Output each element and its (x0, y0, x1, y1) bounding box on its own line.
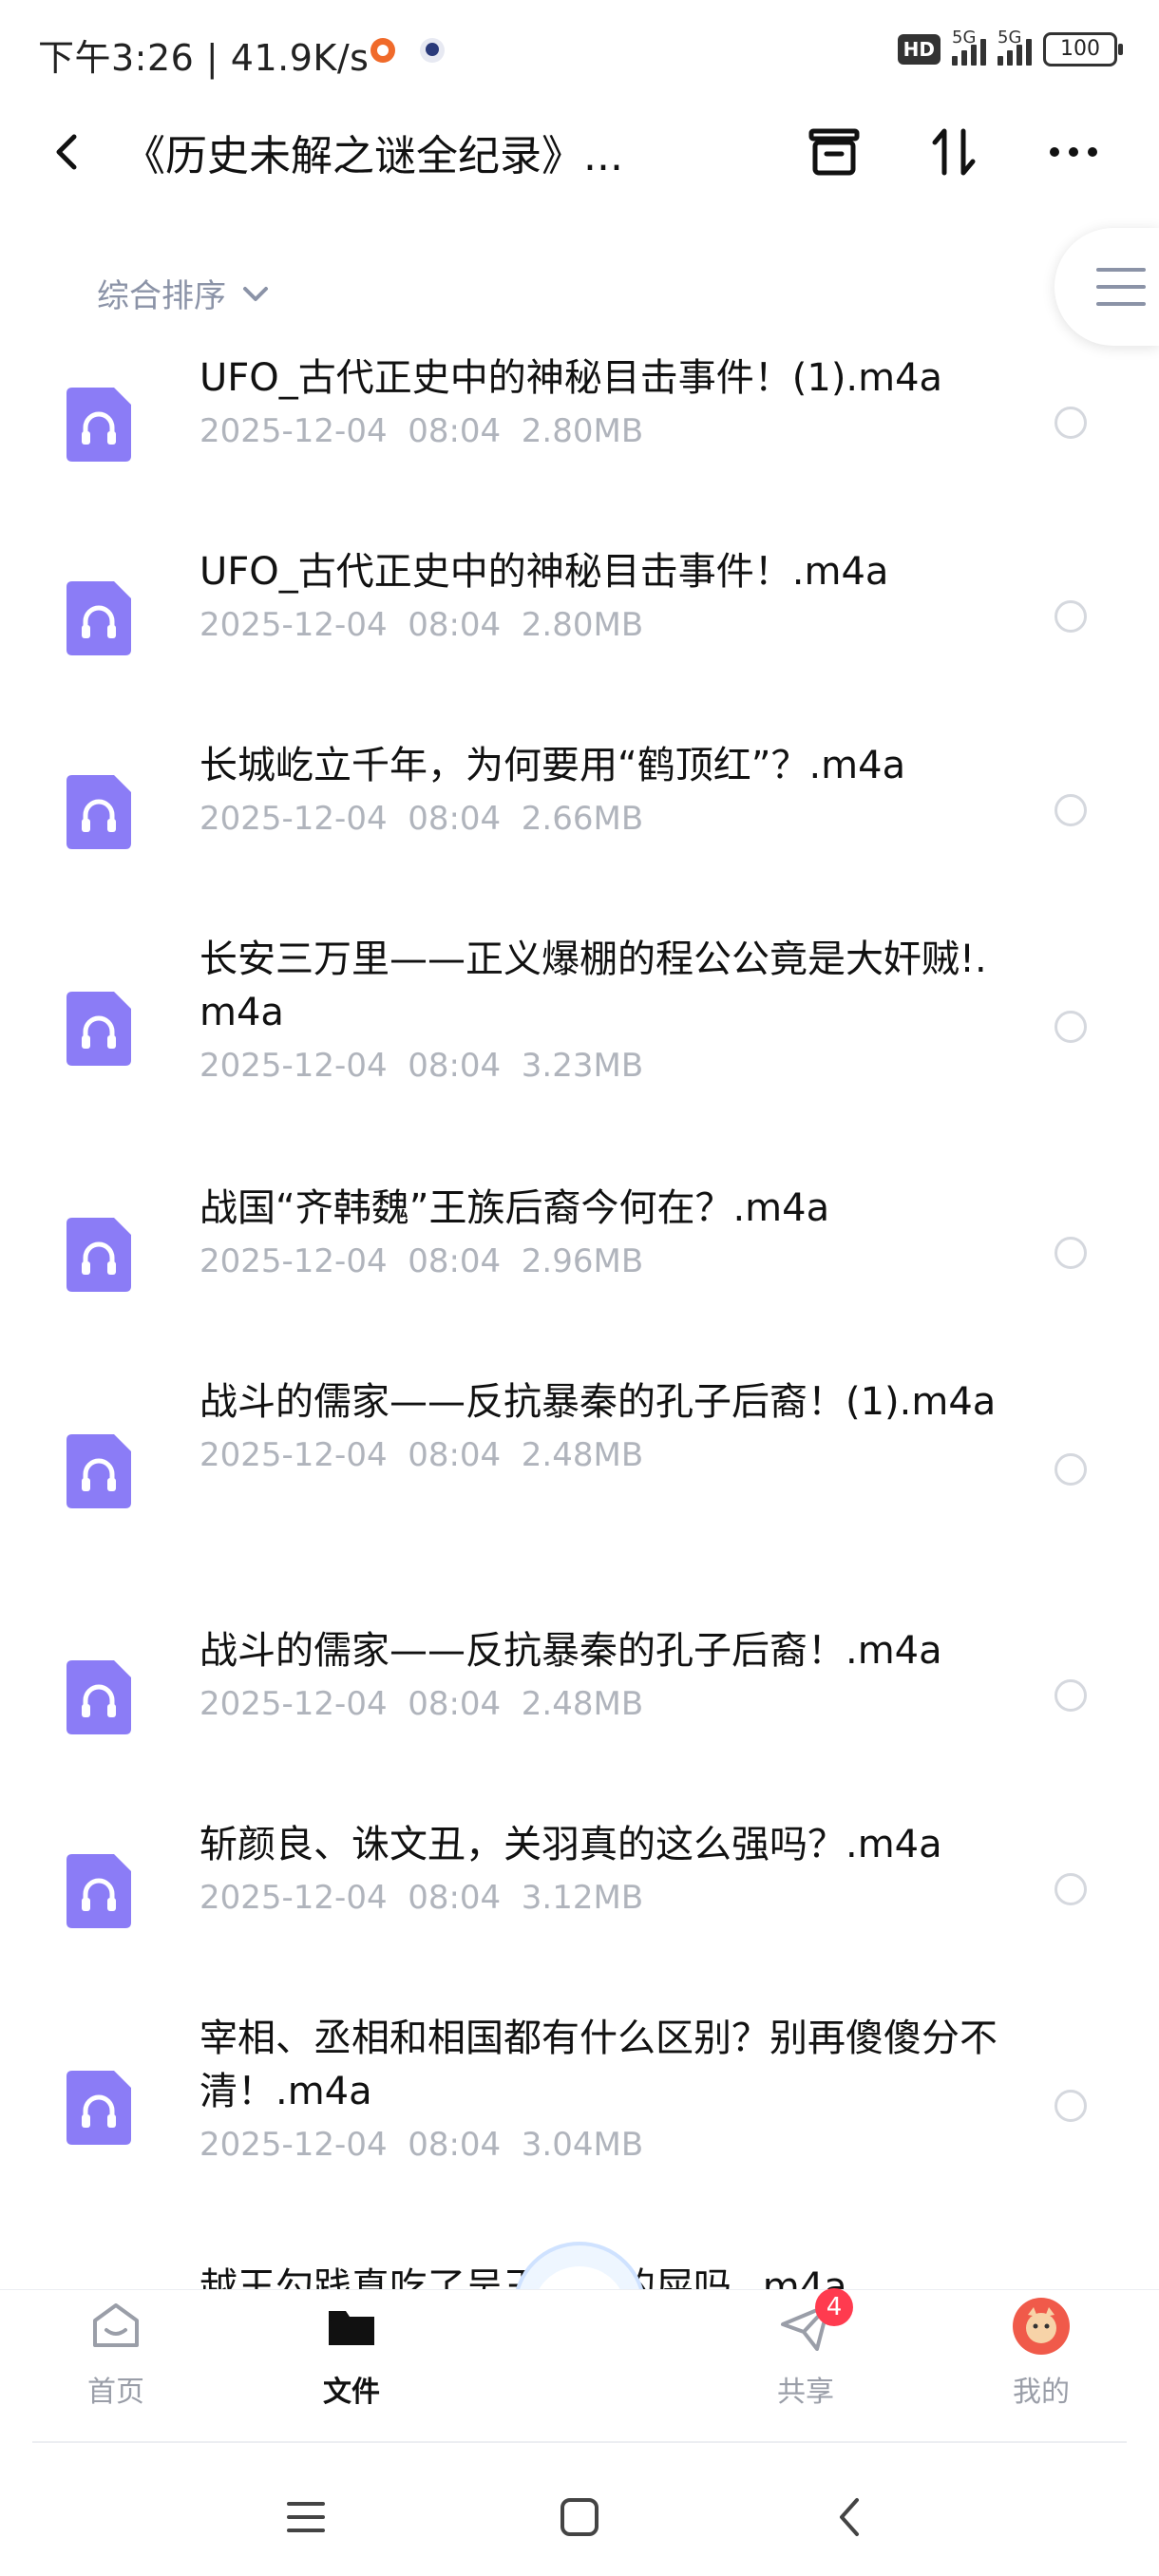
file-meta: 2025-12-04 08:04 3.23MB (200, 1047, 644, 1085)
bottom-nav: 首页 文件 4 共享 我的 (0, 2288, 1159, 2441)
network-type-label: 5G (952, 28, 977, 47)
file-text: 长城屹立千年，为何要用“鹤顶红”？.m4a 2025-12-04 08:04 2.… (200, 739, 1016, 838)
app-notification-icon-2 (420, 38, 445, 63)
audio-file-icon (66, 581, 131, 655)
file-list-item[interactable]: 斩颜良、诛文丑，关羽真的这么强吗？.m4a 2025-12-04 08:04 3.… (0, 1818, 1159, 2012)
audio-file-icon (66, 388, 131, 462)
nav-home-label: 首页 (87, 2376, 144, 2409)
nav-share-label: 共享 (777, 2376, 834, 2409)
nav-mine[interactable]: 我的 (975, 2296, 1108, 2410)
file-name: 长安三万里——正义爆棚的程公公竟是大奸贼!.m4a (200, 938, 987, 1034)
audio-file-icon (66, 775, 131, 849)
recent-apps-icon[interactable] (277, 2489, 334, 2546)
audio-file-icon (66, 1434, 131, 1508)
file-meta: 2025-12-04 08:04 3.12MB (200, 1879, 644, 1917)
status-bar: 下午3:26 | 41.9K/s HD 5G 5G 100 (0, 0, 1159, 104)
nav-files-label: 文件 (323, 2376, 380, 2409)
file-name: 宰相、丞相和相国都有什么区别？别再傻傻分不清！.m4a (200, 2017, 998, 2113)
file-text: 斩颜良、诛文丑，关羽真的这么强吗？.m4a 2025-12-04 08:04 3.… (200, 1818, 1016, 1917)
file-list-item[interactable]: 长城屹立千年，为何要用“鹤顶红”？.m4a 2025-12-04 08:04 2.… (0, 739, 1159, 933)
back-icon[interactable] (42, 125, 95, 179)
nav-share[interactable]: 4 共享 (739, 2288, 872, 2410)
nav-mine-label: 我的 (1013, 2376, 1070, 2409)
menu-icon (1096, 268, 1146, 306)
file-list-item[interactable]: UFO_古代正史中的神秘目击事件！.m4a 2025-12-04 08:04 2.… (0, 545, 1159, 739)
file-list-item[interactable]: 战斗的儒家——反抗暴秦的孔子后裔！(1).m4a 2025-12-04 08:04… (0, 1375, 1159, 1624)
file-list-item[interactable]: 战国“齐韩魏”王族后裔今何在？.m4a 2025-12-04 08:04 2.96… (0, 1182, 1159, 1375)
file-list: UFO_古代正史中的神秘目击事件！(1).m4a 2025-12-04 08:04… (0, 351, 1159, 2289)
audio-file-icon (66, 1854, 131, 1928)
page-title: 《历史未解之谜全纪录》... (124, 132, 623, 180)
file-name: 战斗的儒家——反抗暴秦的孔子后裔！(1).m4a (200, 1380, 997, 1424)
battery-icon: 100 (1043, 32, 1123, 66)
home-button-icon[interactable] (551, 2489, 608, 2546)
audio-file-icon (66, 2071, 131, 2145)
select-radio[interactable] (1054, 600, 1087, 633)
file-text: UFO_古代正史中的神秘目击事件！.m4a 2025-12-04 08:04 2.… (200, 545, 1016, 644)
file-text: 战斗的儒家——反抗暴秦的孔子后裔！(1).m4a 2025-12-04 08:04… (200, 1375, 1016, 1474)
select-radio[interactable] (1054, 1453, 1087, 1486)
select-radio[interactable] (1054, 1679, 1087, 1712)
file-meta: 2025-12-04 08:04 2.96MB (200, 1242, 644, 1280)
file-name: 战斗的儒家——反抗暴秦的孔子后裔！.m4a (200, 1629, 942, 1673)
more-icon[interactable] (1043, 122, 1104, 182)
file-text: 战斗的儒家——反抗暴秦的孔子后裔！.m4a 2025-12-04 08:04 2.… (200, 1624, 1016, 1723)
signal-icon: 5G (952, 28, 986, 66)
system-back-icon[interactable] (823, 2489, 880, 2546)
file-name: 战国“齐韩魏”王族后裔今何在？.m4a (200, 1186, 830, 1230)
file-name: UFO_古代正史中的神秘目击事件！(1).m4a (200, 356, 943, 400)
sort-toggle-icon[interactable] (923, 122, 984, 182)
select-radio[interactable] (1054, 1237, 1087, 1269)
file-list-item[interactable]: 宰相、丞相和相国都有什么区别？别再傻傻分不清！.m4a 2025-12-04 08… (0, 2012, 1159, 2261)
header: 《历史未解之谜全纪录》... (0, 104, 1159, 199)
select-radio[interactable] (1054, 1873, 1087, 1905)
home-icon (93, 2303, 139, 2347)
select-radio[interactable] (1054, 794, 1087, 826)
file-name: 斩颜良、诛文丑，关羽真的这么强吗？.m4a (200, 1823, 942, 1866)
sort-bar: 综合排序 (0, 256, 1159, 332)
share-badge: 4 (815, 2288, 853, 2326)
file-list-item[interactable]: 长安三万里——正义爆棚的程公公竟是大奸贼!.m4a 2025-12-04 08:0… (0, 933, 1159, 1182)
status-indicators: HD 5G 5G 100 (897, 28, 1123, 66)
file-meta: 2025-12-04 08:04 2.80MB (200, 606, 644, 644)
chevron-down-icon[interactable] (239, 277, 272, 310)
file-meta: 2025-12-04 08:04 2.48MB (200, 1436, 644, 1474)
sort-dropdown-label[interactable]: 综合排序 (97, 270, 226, 316)
select-radio[interactable] (1054, 2090, 1087, 2122)
status-time: 下午3:26 | 41.9K/s (38, 37, 370, 79)
file-meta: 2025-12-04 08:04 2.80MB (200, 412, 644, 450)
audio-file-icon (66, 1218, 131, 1292)
file-text: 战国“齐韩魏”王族后裔今何在？.m4a 2025-12-04 08:04 2.96… (200, 1182, 1016, 1280)
file-text: UFO_古代正史中的神秘目击事件！(1).m4a 2025-12-04 08:04… (200, 351, 1016, 450)
nav-files[interactable]: 文件 (285, 2296, 418, 2410)
archive-icon[interactable] (804, 122, 864, 182)
file-text: 宰相、丞相和相国都有什么区别？别再傻傻分不清！.m4a 2025-12-04 08… (200, 2012, 1016, 2164)
file-meta: 2025-12-04 08:04 2.66MB (200, 800, 644, 838)
nav-home[interactable]: 首页 (49, 2296, 182, 2410)
signal-icon-2: 5G (998, 28, 1032, 66)
select-radio[interactable] (1054, 407, 1087, 439)
file-list-item[interactable]: UFO_古代正史中的神秘目击事件！(1).m4a 2025-12-04 08:04… (0, 351, 1159, 545)
audio-file-icon (66, 1660, 131, 1734)
folder-icon (329, 2311, 374, 2345)
file-name: 长城屹立千年，为何要用“鹤顶红”？.m4a (200, 744, 906, 787)
file-meta: 2025-12-04 08:04 3.04MB (200, 2126, 644, 2164)
nav-divider (32, 2441, 1127, 2443)
avatar (1013, 2298, 1070, 2355)
file-meta: 2025-12-04 08:04 2.48MB (200, 1685, 644, 1723)
file-list-item[interactable]: 战斗的儒家——反抗暴秦的孔子后裔！.m4a 2025-12-04 08:04 2.… (0, 1624, 1159, 1818)
hd-badge: HD (897, 34, 940, 65)
system-nav (0, 2451, 1159, 2576)
select-radio[interactable] (1054, 1011, 1087, 1043)
audio-file-icon (66, 992, 131, 1066)
network-type-label-2: 5G (998, 28, 1022, 47)
app-notification-icon (370, 38, 395, 63)
file-name: UFO_古代正史中的神秘目击事件！.m4a (200, 550, 889, 594)
file-text: 长安三万里——正义爆棚的程公公竟是大奸贼!.m4a 2025-12-04 08:0… (200, 933, 1016, 1085)
